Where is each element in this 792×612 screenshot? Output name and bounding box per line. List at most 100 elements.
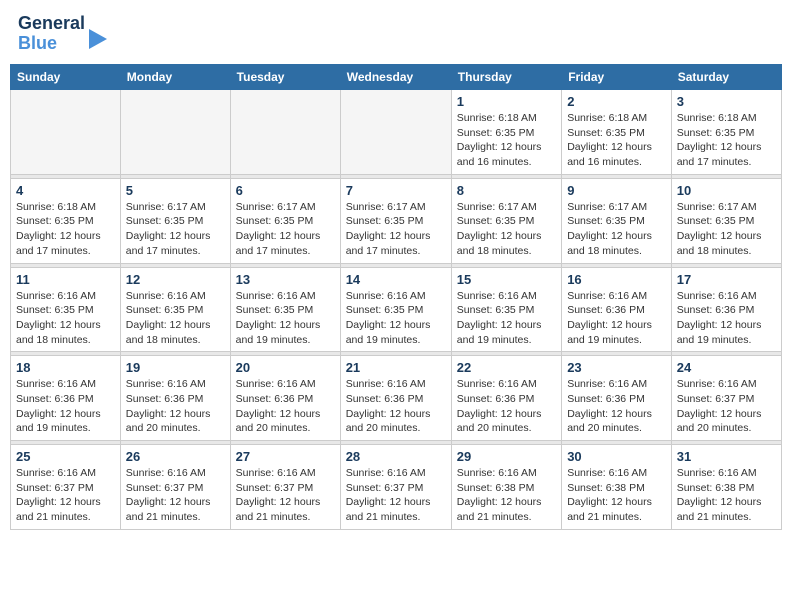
calendar-cell: 3 Sunrise: 6:18 AM Sunset: 6:35 PM Daylig…: [671, 90, 781, 175]
calendar-cell: 26Sunrise: 6:16 AM Sunset: 6:37 PM Dayli…: [120, 445, 230, 530]
day-number: 20: [236, 360, 335, 375]
day-info: Sunrise: 6:16 AM Sunset: 6:36 PM Dayligh…: [126, 377, 225, 436]
calendar-cell: 12 Sunrise: 6:16 AM Sunset: 6:35 PM Dayli…: [120, 267, 230, 352]
day-info: Sunrise: 6:16 AM Sunset: 6:36 PM Dayligh…: [346, 377, 446, 436]
day-info: Sunrise: 6:17 AM Sunset: 6:35 PM Dayligh…: [567, 200, 666, 259]
calendar-cell: 29Sunrise: 6:16 AM Sunset: 6:38 PM Dayli…: [451, 445, 561, 530]
calendar-cell: 18 Sunrise: 6:16 AM Sunset: 6:36 PM Dayli…: [11, 356, 121, 441]
calendar-cell: 31 Sunrise: 6:16 AM Sunset: 6:38 PM Dayli…: [671, 445, 781, 530]
day-number: 16: [567, 272, 666, 287]
day-info: Sunrise: 6:18 AM Sunset: 6:35 PM Dayligh…: [457, 111, 556, 170]
day-number: 31: [677, 449, 776, 464]
weekday-header-tuesday: Tuesday: [230, 65, 340, 90]
day-number: 15: [457, 272, 556, 287]
day-number: 22: [457, 360, 556, 375]
day-info: Sunrise: 6:16 AM Sunset: 6:37 PM Dayligh…: [16, 466, 115, 525]
day-info: Sunrise: 6:18 AM Sunset: 6:35 PM Dayligh…: [677, 111, 776, 170]
calendar-cell: 9 Sunrise: 6:17 AM Sunset: 6:35 PM Daylig…: [562, 178, 672, 263]
day-info: Sunrise: 6:16 AM Sunset: 6:37 PM Dayligh…: [677, 377, 776, 436]
day-number: 25: [16, 449, 115, 464]
day-number: 26: [126, 449, 225, 464]
calendar-cell: 30 Sunrise: 6:16 AM Sunset: 6:38 PM Dayli…: [562, 445, 672, 530]
day-number: 19: [126, 360, 225, 375]
day-number: 3: [677, 94, 776, 109]
calendar-cell: 17Sunrise: 6:16 AM Sunset: 6:36 PM Dayli…: [671, 267, 781, 352]
day-info: Sunrise: 6:18 AM Sunset: 6:35 PM Dayligh…: [567, 111, 666, 170]
calendar-cell: 19 Sunrise: 6:16 AM Sunset: 6:36 PM Dayli…: [120, 356, 230, 441]
day-number: 12: [126, 272, 225, 287]
day-info: Sunrise: 6:16 AM Sunset: 6:35 PM Dayligh…: [236, 289, 335, 348]
day-info: Sunrise: 6:17 AM Sunset: 6:35 PM Dayligh…: [236, 200, 335, 259]
calendar-cell: 4 Sunrise: 6:18 AM Sunset: 6:35 PM Daylig…: [11, 178, 121, 263]
calendar-cell: 8 Sunrise: 6:17 AM Sunset: 6:35 PM Daylig…: [451, 178, 561, 263]
day-number: 6: [236, 183, 335, 198]
calendar-cell: 2 Sunrise: 6:18 AM Sunset: 6:35 PM Daylig…: [562, 90, 672, 175]
calendar-cell: 15 Sunrise: 6:16 AM Sunset: 6:35 PM Dayli…: [451, 267, 561, 352]
day-info: Sunrise: 6:16 AM Sunset: 6:35 PM Dayligh…: [457, 289, 556, 348]
calendar-cell: 28 Sunrise: 6:16 AM Sunset: 6:37 PM Dayli…: [340, 445, 451, 530]
calendar-cell: 5 Sunrise: 6:17 AM Sunset: 6:35 PM Daylig…: [120, 178, 230, 263]
day-info: Sunrise: 6:16 AM Sunset: 6:38 PM Dayligh…: [567, 466, 666, 525]
weekday-header-wednesday: Wednesday: [340, 65, 451, 90]
calendar-cell: 23Sunrise: 6:16 AM Sunset: 6:36 PM Dayli…: [562, 356, 672, 441]
calendar-cell: 20 Sunrise: 6:16 AM Sunset: 6:36 PM Dayli…: [230, 356, 340, 441]
day-info: Sunrise: 6:16 AM Sunset: 6:36 PM Dayligh…: [677, 289, 776, 348]
weekday-header-thursday: Thursday: [451, 65, 561, 90]
day-number: 24: [677, 360, 776, 375]
calendar-cell: 27 Sunrise: 6:16 AM Sunset: 6:37 PM Dayli…: [230, 445, 340, 530]
day-info: Sunrise: 6:16 AM Sunset: 6:36 PM Dayligh…: [457, 377, 556, 436]
day-number: 28: [346, 449, 446, 464]
day-number: 27: [236, 449, 335, 464]
day-number: 9: [567, 183, 666, 198]
calendar-cell: [340, 90, 451, 175]
calendar-cell: 7 Sunrise: 6:17 AM Sunset: 6:35 PM Daylig…: [340, 178, 451, 263]
calendar-cell: 1 Sunrise: 6:18 AM Sunset: 6:35 PM Daylig…: [451, 90, 561, 175]
day-info: Sunrise: 6:16 AM Sunset: 6:35 PM Dayligh…: [346, 289, 446, 348]
day-info: Sunrise: 6:16 AM Sunset: 6:38 PM Dayligh…: [677, 466, 776, 525]
calendar: SundayMondayTuesdayWednesdayThursdayFrid…: [10, 64, 782, 530]
header-area: General Blue: [10, 10, 782, 58]
calendar-cell: 22 Sunrise: 6:16 AM Sunset: 6:36 PM Dayli…: [451, 356, 561, 441]
day-number: 10: [677, 183, 776, 198]
calendar-cell: 24 Sunrise: 6:16 AM Sunset: 6:37 PM Dayli…: [671, 356, 781, 441]
weekday-header-friday: Friday: [562, 65, 672, 90]
day-info: Sunrise: 6:17 AM Sunset: 6:35 PM Dayligh…: [677, 200, 776, 259]
calendar-cell: 14Sunrise: 6:16 AM Sunset: 6:35 PM Dayli…: [340, 267, 451, 352]
day-number: 1: [457, 94, 556, 109]
day-number: 2: [567, 94, 666, 109]
day-number: 8: [457, 183, 556, 198]
calendar-cell: 6 Sunrise: 6:17 AM Sunset: 6:35 PM Daylig…: [230, 178, 340, 263]
calendar-cell: 25 Sunrise: 6:16 AM Sunset: 6:37 PM Dayli…: [11, 445, 121, 530]
day-info: Sunrise: 6:17 AM Sunset: 6:35 PM Dayligh…: [346, 200, 446, 259]
day-info: Sunrise: 6:17 AM Sunset: 6:35 PM Dayligh…: [126, 200, 225, 259]
day-number: 23: [567, 360, 666, 375]
logo-text: General: [18, 13, 85, 33]
calendar-cell: 10 Sunrise: 6:17 AM Sunset: 6:35 PM Dayli…: [671, 178, 781, 263]
day-info: Sunrise: 6:16 AM Sunset: 6:38 PM Dayligh…: [457, 466, 556, 525]
calendar-cell: 21Sunrise: 6:16 AM Sunset: 6:36 PM Dayli…: [340, 356, 451, 441]
day-number: 11: [16, 272, 115, 287]
logo-blue-text: Blue: [18, 33, 57, 53]
calendar-cell: 16Sunrise: 6:16 AM Sunset: 6:36 PM Dayli…: [562, 267, 672, 352]
day-info: Sunrise: 6:16 AM Sunset: 6:35 PM Dayligh…: [126, 289, 225, 348]
day-info: Sunrise: 6:18 AM Sunset: 6:35 PM Dayligh…: [16, 200, 115, 259]
calendar-cell: 13Sunrise: 6:16 AM Sunset: 6:35 PM Dayli…: [230, 267, 340, 352]
calendar-cell: [120, 90, 230, 175]
weekday-header-saturday: Saturday: [671, 65, 781, 90]
weekday-header-sunday: Sunday: [11, 65, 121, 90]
calendar-cell: [11, 90, 121, 175]
day-info: Sunrise: 6:16 AM Sunset: 6:37 PM Dayligh…: [236, 466, 335, 525]
day-info: Sunrise: 6:17 AM Sunset: 6:35 PM Dayligh…: [457, 200, 556, 259]
day-info: Sunrise: 6:16 AM Sunset: 6:35 PM Dayligh…: [16, 289, 115, 348]
weekday-header-monday: Monday: [120, 65, 230, 90]
day-info: Sunrise: 6:16 AM Sunset: 6:36 PM Dayligh…: [16, 377, 115, 436]
day-number: 4: [16, 183, 115, 198]
day-info: Sunrise: 6:16 AM Sunset: 6:37 PM Dayligh…: [346, 466, 446, 525]
day-info: Sunrise: 6:16 AM Sunset: 6:36 PM Dayligh…: [236, 377, 335, 436]
day-number: 30: [567, 449, 666, 464]
day-number: 7: [346, 183, 446, 198]
day-number: 5: [126, 183, 225, 198]
calendar-cell: 11 Sunrise: 6:16 AM Sunset: 6:35 PM Dayli…: [11, 267, 121, 352]
day-number: 18: [16, 360, 115, 375]
calendar-cell: [230, 90, 340, 175]
